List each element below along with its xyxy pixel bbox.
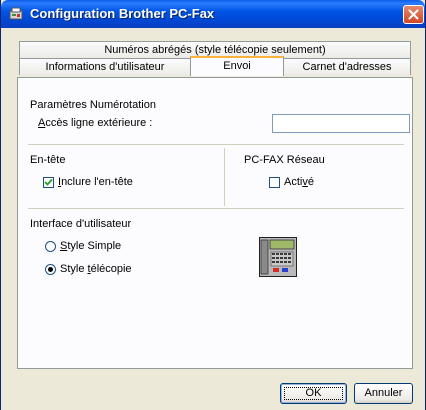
fax-style-radio[interactable] xyxy=(45,264,56,275)
network-section-title: PC-FAX Réseau xyxy=(244,154,325,166)
divider-middle xyxy=(28,208,404,209)
close-button[interactable] xyxy=(403,5,424,24)
checkmark-icon xyxy=(44,178,53,186)
include-header-label[interactable]: Inclure l'en-tête xyxy=(58,176,133,188)
fax-style-label[interactable]: Style télécopie xyxy=(60,263,132,275)
divider-vertical xyxy=(224,148,225,206)
tab-address-book-label: Carnet d'adresses xyxy=(302,61,392,73)
include-header-checkbox[interactable] xyxy=(43,177,54,188)
ui-section-title: Interface d'utilisateur xyxy=(30,218,132,230)
focus-rect xyxy=(284,387,343,400)
tab-speed-dial-label: Numéros abrégés (style télécopie seuleme… xyxy=(104,44,326,56)
tab-send-label: Envoi xyxy=(223,60,251,72)
header-section-title: En-tête xyxy=(30,154,66,166)
fax-machine-icon xyxy=(259,237,297,277)
simple-style-label[interactable]: Style Simple xyxy=(60,240,121,252)
radio-selected-dot xyxy=(48,267,53,272)
close-icon xyxy=(408,9,419,20)
tab-user-info[interactable]: Informations d'utilisateur xyxy=(19,58,191,75)
ok-button[interactable]: OK xyxy=(280,383,347,404)
simple-style-radio[interactable] xyxy=(45,241,56,252)
activate-network-label[interactable]: Activé xyxy=(284,176,314,188)
title-bar[interactable]: Configuration Brother PC-Fax xyxy=(1,0,425,28)
send-tab-panel: Paramètres Numérotation Accès ligne exté… xyxy=(17,77,413,369)
window-title: Configuration Brother PC-Fax xyxy=(30,6,215,21)
pc-fax-app-icon xyxy=(9,7,23,20)
outside-line-label: Accès ligne extérieure : xyxy=(38,117,153,129)
tab-user-info-label: Informations d'utilisateur xyxy=(45,61,165,73)
dialing-section-title: Paramètres Numérotation xyxy=(30,99,156,111)
activate-network-checkbox[interactable] xyxy=(269,177,280,188)
dialog-window: Configuration Brother PC-Fax Numéros abr… xyxy=(0,0,426,410)
outside-line-input[interactable] xyxy=(272,114,410,133)
divider-top xyxy=(28,144,404,145)
cancel-button[interactable]: Annuler xyxy=(354,383,413,404)
tab-address-book[interactable]: Carnet d'adresses xyxy=(283,58,411,75)
tab-send[interactable]: Envoi xyxy=(190,56,284,76)
cancel-button-label: Annuler xyxy=(364,387,403,399)
